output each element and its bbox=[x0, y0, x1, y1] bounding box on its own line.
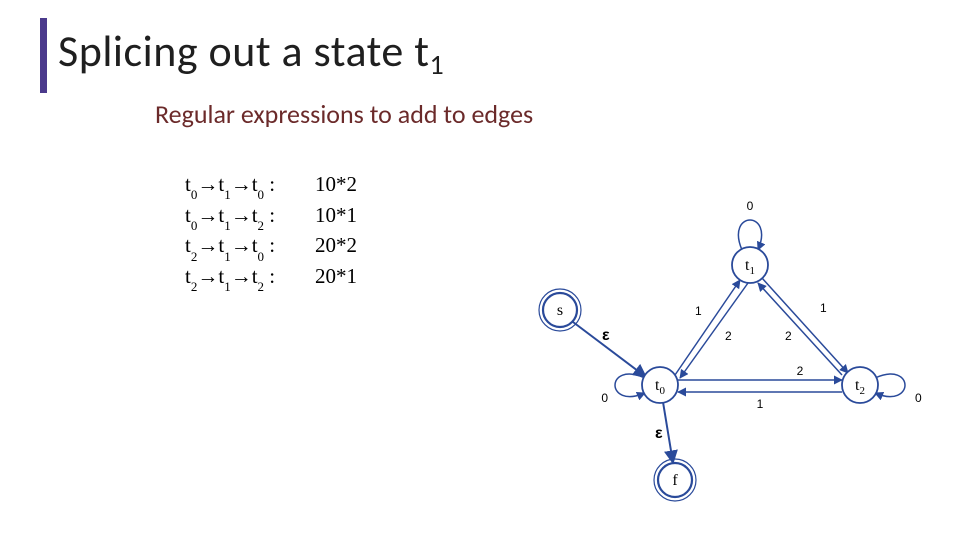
rule-expr: 20*2 bbox=[315, 231, 357, 262]
node-s-label: s bbox=[557, 302, 563, 319]
rule-expr: 10*1 bbox=[315, 201, 357, 232]
rule-row: t2→t1→t2 : 20*1 bbox=[185, 262, 357, 293]
node-f-label: f bbox=[672, 472, 678, 489]
slide-subtitle: Regular expressions to add to edges bbox=[155, 98, 533, 130]
slide-title: Splicing out a state t1 bbox=[58, 24, 444, 78]
label-t0-self: 0 bbox=[601, 391, 608, 405]
label-s-t0: ε bbox=[602, 327, 610, 344]
title-subscript: 1 bbox=[429, 47, 444, 82]
accent-bar bbox=[40, 18, 47, 93]
edge-t0-f bbox=[663, 402, 673, 463]
label-t1-self: 0 bbox=[747, 199, 754, 213]
label-t1-t0: 2 bbox=[725, 329, 732, 343]
rule-expr: 20*1 bbox=[315, 262, 357, 293]
edge-t0-t1 bbox=[675, 280, 740, 375]
rule-row: t0→t1→t2 : 10*1 bbox=[185, 201, 357, 232]
title-main: Splicing out a state t bbox=[58, 24, 429, 78]
rules-table: t0→t1→t0 : 10*2 t0→t1→t2 : 10*1 t2→t1→t0… bbox=[185, 170, 357, 293]
state-diagram: 0 0 0 ε ε 1 2 1 2 2 1 s bbox=[500, 180, 940, 520]
label-t1-t2: 1 bbox=[820, 301, 827, 315]
edge-t2-self bbox=[875, 374, 905, 397]
rule-path: t2→t1→t0 : bbox=[185, 231, 315, 262]
rule-expr: 10*2 bbox=[315, 170, 357, 201]
label-t0-f: ε bbox=[655, 425, 663, 442]
edge-t2-t1 bbox=[758, 283, 842, 375]
label-t2-t0: 1 bbox=[757, 397, 764, 411]
label-t2-t1: 2 bbox=[785, 329, 792, 343]
rule-path: t0→t1→t2 : bbox=[185, 201, 315, 232]
label-t0-t2: 2 bbox=[797, 364, 804, 378]
label-t0-t1: 1 bbox=[695, 304, 702, 318]
edge-t1-self bbox=[738, 220, 761, 250]
label-t2-self: 0 bbox=[915, 391, 922, 405]
rule-row: t0→t1→t0 : 10*2 bbox=[185, 170, 357, 201]
edge-t1-t2 bbox=[762, 278, 848, 373]
rule-row: t2→t1→t0 : 20*2 bbox=[185, 231, 357, 262]
edge-t1-t0 bbox=[680, 283, 748, 378]
rule-path: t0→t1→t0 : bbox=[185, 170, 315, 201]
rule-path: t2→t1→t2 : bbox=[185, 262, 315, 293]
edge-t0-self bbox=[615, 374, 645, 397]
